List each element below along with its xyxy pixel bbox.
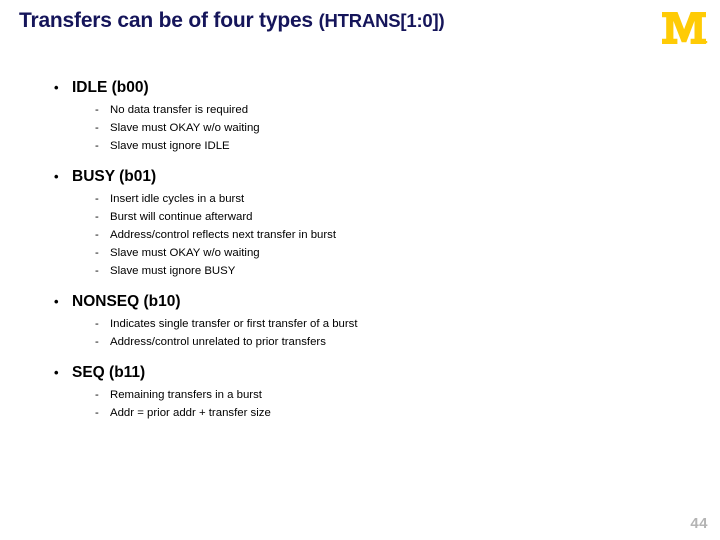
bullet-group-busy: • BUSY (b01) - Insert idle cycles in a b… xyxy=(0,167,640,280)
bullet-marker-level2: - xyxy=(95,389,99,401)
sub-bullet-item: - Addr = prior addr + transfer size xyxy=(0,405,640,422)
sub-bullet-text: Remaining transfers in a burst xyxy=(110,389,262,401)
sub-bullet-item: - Indicates single transfer or first tra… xyxy=(0,316,640,333)
bullet-marker-level2: - xyxy=(95,104,99,116)
bullet-group-nonseq: • NONSEQ (b10) - Indicates single transf… xyxy=(0,292,640,351)
sub-bullet-item: - Slave must OKAY w/o waiting xyxy=(0,120,640,137)
bullet-level1-label: SEQ (b11) xyxy=(72,364,146,381)
sub-bullet-text: Slave must OKAY w/o waiting xyxy=(110,247,260,259)
sub-bullet-text: Slave must ignore BUSY xyxy=(110,265,236,277)
bullet-level1-label: NONSEQ (b10) xyxy=(72,293,181,310)
page-title-signal: (HTRANS[1:0]) xyxy=(318,10,445,31)
sub-bullet-item: - No data transfer is required xyxy=(0,102,640,119)
bullet-marker-level2: - xyxy=(95,336,99,348)
sub-bullet-item: - Slave must ignore IDLE xyxy=(0,138,640,155)
bullet-content: • IDLE (b00) - No data transfer is requi… xyxy=(0,78,640,423)
page-title: Transfers can be of four types (HTRANS[1… xyxy=(19,9,619,32)
bullet-marker-level2: - xyxy=(95,140,99,152)
sub-bullet-list-idle: - No data transfer is required - Slave m… xyxy=(0,102,640,155)
sub-bullet-list-nonseq: - Indicates single transfer or first tra… xyxy=(0,316,640,351)
sub-bullet-text: No data transfer is required xyxy=(110,104,249,116)
bullet-marker-level2: - xyxy=(95,211,99,223)
university-of-michigan-m-icon xyxy=(660,6,708,50)
bullet-marker-level1: • xyxy=(54,80,59,95)
bullet-marker-level2: - xyxy=(95,193,99,205)
sub-bullet-item: - Remaining transfers in a burst xyxy=(0,387,640,404)
sub-bullet-item: - Address/control unrelated to prior tra… xyxy=(0,334,640,351)
bullet-group-seq: • SEQ (b11) - Remaining transfers in a b… xyxy=(0,363,640,422)
bullet-marker-level2: - xyxy=(95,229,99,241)
bullet-marker-level2: - xyxy=(95,265,99,277)
bullet-level1-label: IDLE (b00) xyxy=(72,79,149,96)
sub-bullet-text: Address/control reflects next transfer i… xyxy=(110,229,337,241)
sub-bullet-list-busy: - Insert idle cycles in a burst - Burst … xyxy=(0,191,640,280)
bullet-level1-nonseq: • NONSEQ (b10) xyxy=(0,292,640,312)
sub-bullet-item: - Slave must OKAY w/o waiting xyxy=(0,245,640,262)
sub-bullet-text: Burst will continue afterward xyxy=(110,211,253,223)
bullet-level1-idle: • IDLE (b00) xyxy=(0,78,640,98)
bullet-group-idle: • IDLE (b00) - No data transfer is requi… xyxy=(0,78,640,155)
sub-bullet-list-seq: - Remaining transfers in a burst - Addr … xyxy=(0,387,640,422)
bullet-marker-level2: - xyxy=(95,247,99,259)
sub-bullet-text: Insert idle cycles in a burst xyxy=(110,193,245,205)
bullet-marker-level1: • xyxy=(54,294,59,309)
sub-bullet-item: - Slave must ignore BUSY xyxy=(0,263,640,280)
sub-bullet-text: Slave must OKAY w/o waiting xyxy=(110,122,260,134)
bullet-marker-level2: - xyxy=(95,407,99,419)
slide-canvas: Transfers can be of four types (HTRANS[1… xyxy=(0,0,720,540)
bullet-marker-level1: • xyxy=(54,169,59,184)
bullet-marker-level2: - xyxy=(95,122,99,134)
sub-bullet-item: - Insert idle cycles in a burst xyxy=(0,191,640,208)
sub-bullet-text: Slave must ignore IDLE xyxy=(110,140,230,152)
sub-bullet-text: Address/control unrelated to prior trans… xyxy=(110,336,326,348)
sub-bullet-text: Indicates single transfer or first trans… xyxy=(110,318,358,330)
bullet-level1-seq: • SEQ (b11) xyxy=(0,363,640,383)
page-title-main: Transfers can be of four types xyxy=(19,9,313,32)
sub-bullet-item: - Address/control reflects next transfer… xyxy=(0,227,640,244)
sub-bullet-item: - Burst will continue afterward xyxy=(0,209,640,226)
bullet-level1-busy: • BUSY (b01) xyxy=(0,167,640,187)
page-number: 44 xyxy=(690,515,708,532)
bullet-marker-level1: • xyxy=(54,365,59,380)
sub-bullet-text: Addr = prior addr + transfer size xyxy=(110,407,271,419)
bullet-marker-level2: - xyxy=(95,318,99,330)
bullet-level1-label: BUSY (b01) xyxy=(72,168,157,185)
